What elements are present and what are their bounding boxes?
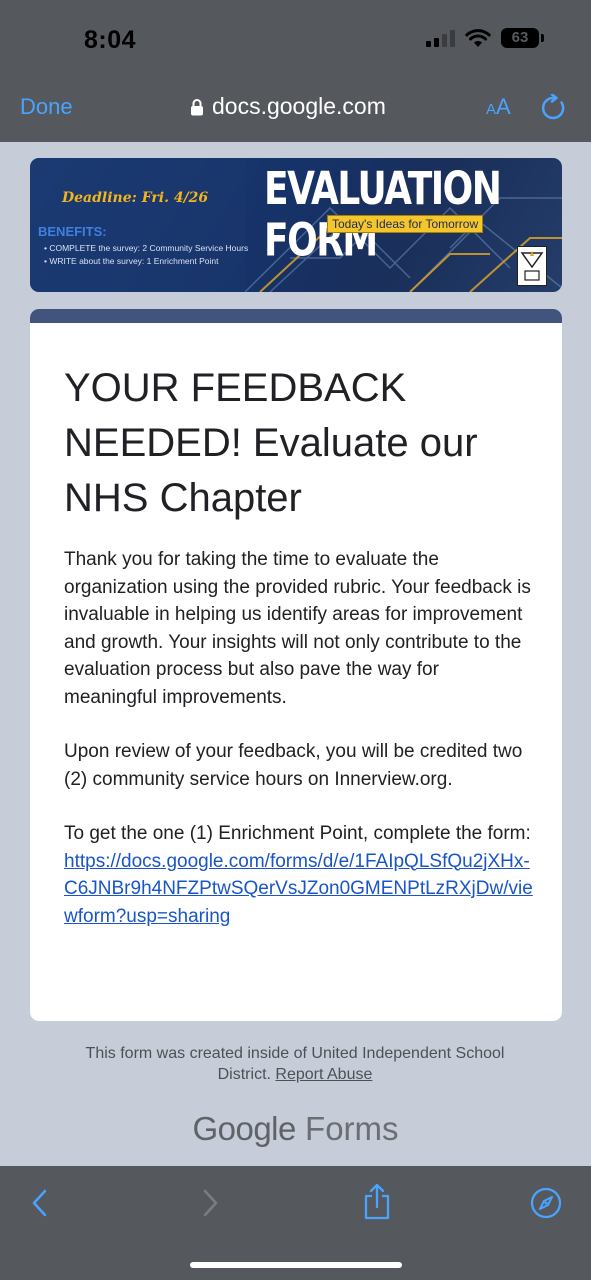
nhs-logo: [517, 246, 547, 286]
banner-tagline: Today's Ideas for Tomorrow: [327, 215, 484, 233]
compass-icon[interactable]: [530, 1187, 562, 1219]
browser-top-chrome: [0, 0, 591, 142]
deadline-label: Deadline:: [62, 190, 137, 206]
cellular-signal-icon: [426, 29, 455, 47]
text-size-button[interactable]: AA: [486, 94, 511, 120]
share-icon[interactable]: [362, 1183, 392, 1221]
wifi-icon: [465, 28, 491, 47]
reload-icon[interactable]: [541, 94, 567, 122]
forward-arrow-icon[interactable]: [198, 1187, 222, 1219]
text-size-small: A: [486, 101, 497, 118]
status-time: 8:04: [84, 26, 137, 54]
form-footer: This form was created inside of United I…: [60, 1043, 530, 1085]
url-text: docs.google.com: [212, 93, 386, 119]
forms-wordmark: Forms: [305, 1110, 399, 1147]
status-icons: 63: [426, 28, 544, 48]
battery-icon: 63: [501, 28, 544, 48]
google-forms-logo[interactable]: Google Forms: [0, 1110, 591, 1148]
deadline-date: Fri. 4/26: [141, 190, 209, 206]
back-arrow-icon[interactable]: [28, 1187, 52, 1219]
header-banner-image: Deadline: Fri. 4/26 BENEFITS: • COMPLETE…: [30, 158, 562, 292]
form-paragraph-enrichment: To get the one (1) Enrichment Point, com…: [64, 820, 534, 930]
lock-icon: [191, 98, 203, 115]
home-indicator[interactable]: [190, 1262, 402, 1268]
banner-benefit-item: • COMPLETE the survey: 2 Community Servi…: [44, 243, 249, 253]
google-wordmark: Google: [192, 1110, 296, 1147]
report-abuse-link[interactable]: Report Abuse: [275, 1066, 372, 1083]
nhs-emblem-icon: [520, 251, 544, 281]
url-bar[interactable]: docs.google.com: [190, 93, 386, 120]
banner-benefits-title: BENEFITS:: [38, 224, 107, 239]
card-accent-bar: [30, 309, 562, 323]
done-button[interactable]: Done: [20, 94, 73, 120]
banner-benefit-item: • WRITE about the survey: 1 Enrichment P…: [44, 256, 219, 266]
enrichment-text: To get the one (1) Enrichment Point, com…: [64, 823, 531, 844]
form-paragraph-credit: Upon review of your feedback, you will b…: [64, 741, 523, 790]
form-description-card: YOUR FEEDBACK NEEDED! Evaluate our NHS C…: [30, 309, 562, 1021]
text-size-large: A: [496, 94, 511, 119]
form-title: YOUR FEEDBACK NEEDED! Evaluate our NHS C…: [64, 366, 478, 520]
form-link[interactable]: https://docs.google.com/forms/d/e/1FAIpQ…: [64, 851, 533, 927]
banner-deadline: Deadline: Fri. 4/26: [62, 190, 208, 206]
form-paragraph-intro: Thank you for taking the time to evaluat…: [64, 549, 531, 708]
